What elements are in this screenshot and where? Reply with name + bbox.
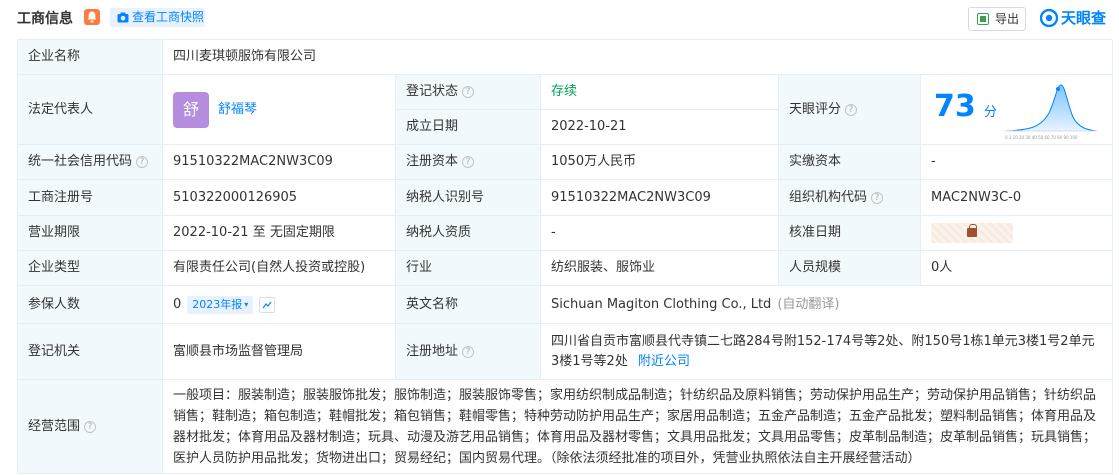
approve-date-value[interactable] [921,216,1113,251]
export-button[interactable]: 导出 [968,7,1026,31]
taxpayer-id-label: 纳税人识别号 [396,180,541,216]
camera-icon [117,12,129,23]
bell-icon[interactable] [84,9,100,25]
org-code-label: 组织机构代码? [779,180,921,216]
brand-logo[interactable]: 天眼查 [1040,7,1106,29]
excel-icon [977,13,989,25]
view-snapshot-label: 查看工商快照 [132,10,205,24]
question-circle-icon[interactable]: ? [462,156,475,168]
paid-capital-value: - [921,145,1113,180]
taxpayer-qual-label: 纳税人资质 [396,216,541,251]
reg-status-label: 登记状态? [396,75,541,110]
reg-capital-label: 注册资本? [396,145,541,180]
taxpayer-qual-value: - [541,216,779,251]
reg-no-value: 510322000126905 [163,180,396,216]
nearby-companies-link[interactable]: 附近公司 [638,354,690,369]
auto-translate-note: (自动翻译) [777,296,840,312]
type-label: 企业类型 [18,251,163,286]
paid-capital-label: 实缴资本 [779,145,921,180]
staff-label: 人员规模 [779,251,921,286]
export-label: 导出 [995,12,1020,26]
brand-name: 天眼查 [1061,9,1107,27]
en-name-value: Sichuan Magiton Clothing Co., Ltd (自动翻译) [541,286,1113,324]
org-code-value: MAC2NW3C-0 [921,180,1113,216]
term-label: 营业期限 [18,216,163,251]
avatar[interactable]: 舒 [173,91,209,128]
legal-rep-label: 法定代表人 [18,75,163,145]
type-value: 有限责任公司(自然人投资或控股) [163,251,396,286]
legal-rep-value: 舒 舒福琴 [163,75,396,145]
insured-value: 0 2023年报 ▾ [163,286,396,324]
taxpayer-id-value: 91510322MAC2NW3C09 [541,180,779,216]
question-circle-icon[interactable]: ? [84,420,97,433]
reg-capital-value: 1050万人民币 [541,145,779,180]
insured-label: 参保人数 [18,286,163,324]
en-name-label: 英文名称 [396,286,541,324]
score-panel-bg [921,75,1113,145]
question-circle-icon[interactable]: ? [871,191,884,204]
eye-logo-icon [1040,9,1058,27]
approve-date-label: 核准日期 [779,216,921,251]
industry-label: 行业 [396,251,541,286]
view-snapshot-button[interactable]: 查看工商快照 [110,8,205,27]
question-circle-icon[interactable]: ? [462,86,475,98]
scope-value: 一般项目：服装制造；服装服饰批发；服饰制造；服装服饰零售；家用纺织制成品制造；针… [163,380,1113,474]
business-info-table: 企业名称 四川麦琪顿服饰有限公司 法定代表人 舒 舒福琴 登记状态? 存续 成立… [17,39,1113,474]
authority-value: 富顺县市场监督管理局 [163,324,396,380]
term-value: 2022-10-21 至 无固定期限 [163,216,396,251]
section-header: 工商信息 查看工商快照 导出 天眼查 [0,0,1119,36]
staff-value: 0人 [921,251,1113,286]
credit-code-label: 统一社会信用代码? [18,145,163,180]
address-value: 四川省自贡市富顺县代寺镇二七路284号附152-174号等2处、附150号1栋1… [541,324,1113,380]
annual-report-tag[interactable]: 2023年报 ▾ [187,295,254,314]
question-circle-icon[interactable]: ? [136,156,149,168]
locked-value[interactable] [931,223,1013,243]
authority-label: 登记机关 [18,324,163,380]
question-circle-icon[interactable]: ? [462,345,475,358]
found-date-value: 2022-10-21 [541,110,779,145]
lock-icon [967,224,977,237]
reg-no-label: 工商注册号 [18,180,163,216]
found-date-label: 成立日期 [396,110,541,145]
scope-label: 经营范围? [18,380,163,474]
legal-rep-link[interactable]: 舒福琴 [218,100,257,120]
company-name-value: 四川麦琪顿服饰有限公司 [163,40,1113,75]
address-label: 注册地址? [396,324,541,380]
credit-code-value: 91510322MAC2NW3C09 [163,145,396,180]
company-name-label: 企业名称 [18,40,163,75]
reg-status-value: 存续 [541,75,779,110]
section-title: 工商信息 [17,11,73,27]
industry-value: 纺织服装、服饰业 [541,251,779,286]
trend-chart-icon[interactable] [259,296,276,313]
